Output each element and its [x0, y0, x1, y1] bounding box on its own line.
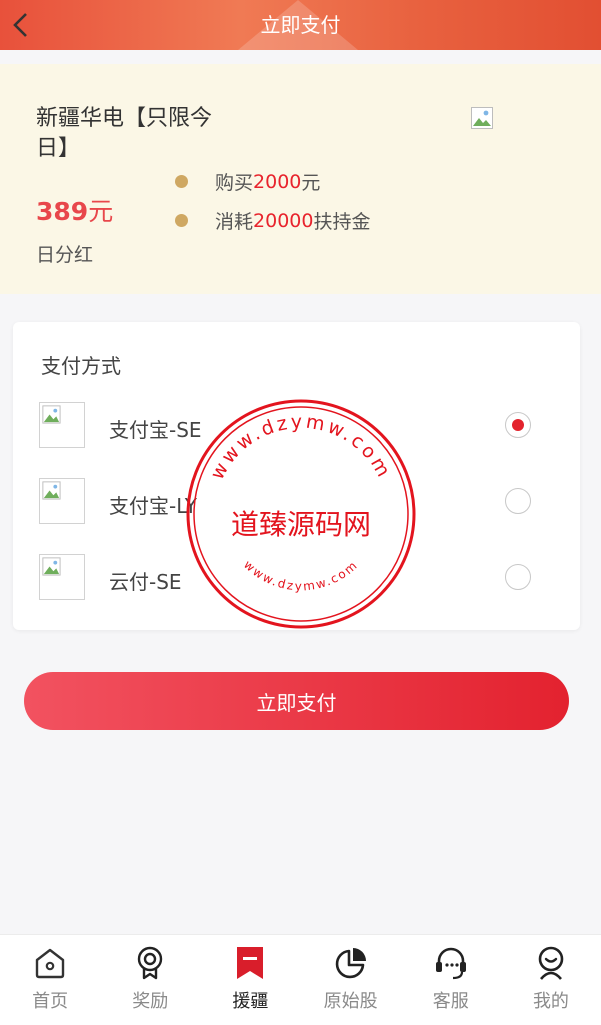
radio-unselected[interactable]	[505, 488, 531, 514]
bullet-dot-icon	[175, 175, 188, 188]
bullet-purchase: 购买 2000 元	[175, 168, 320, 195]
bullet-prefix: 消耗	[215, 211, 254, 233]
tab-label: 原始股	[323, 991, 378, 1012]
payment-method-card: 支付方式 支付宝-SE 支付宝-LY 云付-SE	[13, 322, 580, 630]
payment-option-alipay-ly[interactable]: 支付宝-LY	[13, 478, 580, 528]
bullet-value: 20000	[253, 209, 314, 232]
tab-aid-xinjiang[interactable]: 援疆	[200, 935, 300, 1025]
price-unit: 元	[88, 197, 114, 226]
broken-image-icon	[471, 107, 493, 129]
pie-chart-icon	[335, 948, 366, 979]
tab-label: 奖励	[132, 991, 169, 1012]
payment-logo-icon	[39, 402, 85, 448]
product-card: 新疆华电【只限今日】 389元 日分红 购买 2000 元 消耗 20000 扶持金	[0, 64, 601, 294]
tab-label: 首页	[32, 991, 69, 1012]
bullet-dot-icon	[175, 214, 188, 227]
price-value: 389	[36, 197, 89, 226]
tab-mine[interactable]: 我的	[501, 935, 601, 1025]
award-icon	[138, 946, 163, 980]
bullet-prefix: 购买	[215, 172, 254, 194]
bullet-suffix: 扶持金	[313, 211, 371, 233]
payment-option-yunfu-se[interactable]: 云付-SE	[13, 554, 580, 604]
payment-option-label: 支付宝-SE	[109, 418, 202, 442]
tab-label: 客服	[432, 991, 469, 1012]
product-name: 新疆华电【只限今日】	[36, 106, 213, 161]
pay-now-button[interactable]: 立即支付	[24, 672, 569, 730]
product-price: 389元	[36, 192, 113, 228]
bottom-tab-bar: 首页 奖励 援疆 原始股 客服 我的	[0, 934, 601, 1025]
radio-selected[interactable]	[505, 412, 531, 438]
tab-home[interactable]: 首页	[0, 935, 100, 1025]
payment-option-label: 云付-SE	[109, 570, 182, 594]
payment-option-label: 支付宝-LY	[109, 494, 197, 518]
payment-option-alipay-se[interactable]: 支付宝-SE	[13, 402, 580, 452]
product-period: 日分红	[36, 244, 94, 266]
payment-logo-icon	[39, 478, 85, 524]
headset-icon	[435, 947, 466, 980]
header-bar: 立即支付	[0, 0, 601, 50]
page-title: 立即支付	[260, 13, 341, 37]
tab-label: 我的	[532, 991, 569, 1012]
payment-logo-icon	[39, 554, 85, 600]
payment-method-title: 支付方式	[41, 354, 121, 378]
user-icon	[538, 946, 564, 980]
bullet-suffix: 元	[301, 172, 321, 194]
radio-unselected[interactable]	[505, 564, 531, 590]
bookmark-icon	[237, 947, 264, 979]
bullet-value: 2000	[253, 170, 302, 193]
tab-label: 援疆	[232, 991, 269, 1012]
bullet-consume: 消耗 20000 扶持金	[175, 207, 370, 234]
tab-customer-service[interactable]: 客服	[401, 935, 501, 1025]
tab-original-stock[interactable]: 原始股	[301, 935, 401, 1025]
tab-reward[interactable]: 奖励	[100, 935, 200, 1025]
home-icon	[35, 948, 65, 979]
